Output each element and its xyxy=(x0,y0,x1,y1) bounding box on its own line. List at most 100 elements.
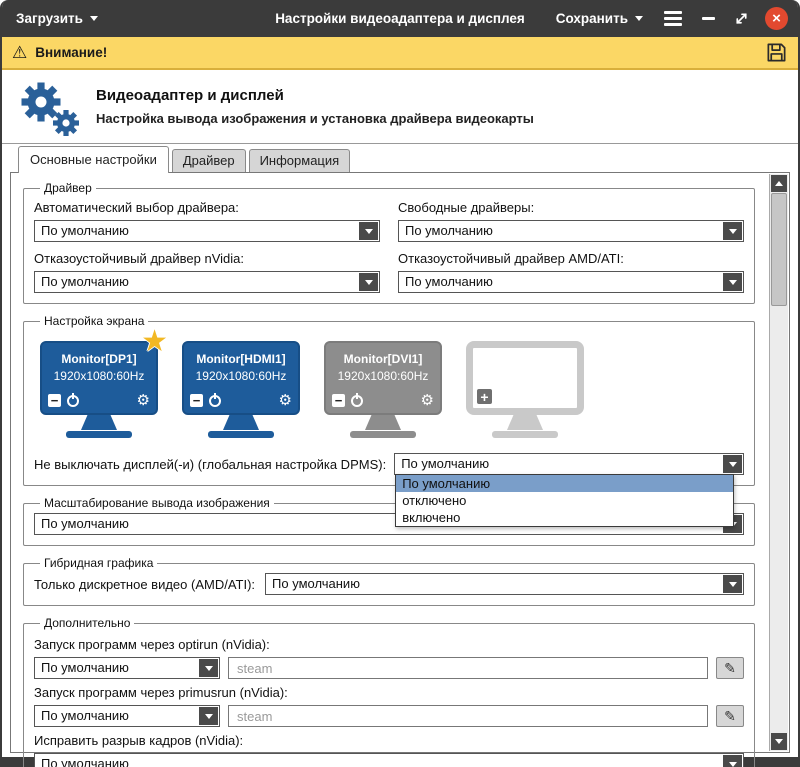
monitor-remove-button[interactable]: − xyxy=(190,394,203,407)
app-window: Загрузить Настройки видеоадаптера и дисп… xyxy=(0,0,800,767)
monitor-power-icon[interactable] xyxy=(209,395,221,407)
driver-section: Драйвер Автоматический выбор драйвера: П… xyxy=(23,181,755,304)
page-subtitle: Настройка вывода изображения и установка… xyxy=(96,111,534,126)
dropdown-option-enabled[interactable]: включено xyxy=(396,509,733,526)
dropdown-arrow-button[interactable] xyxy=(723,575,742,593)
minimize-button[interactable] xyxy=(699,10,717,28)
chevron-down-icon xyxy=(90,16,98,21)
chevron-down-icon xyxy=(729,280,737,285)
primusrun-programs-input[interactable] xyxy=(228,705,708,727)
failsafe-amd-combo[interactable]: По умолчанию xyxy=(398,271,744,293)
maximize-button[interactable] xyxy=(732,10,750,28)
monitor-hdmi1[interactable]: Monitor[HDMI1] 1920x1080:60Hz − ⚙ xyxy=(182,341,300,438)
auto-driver-label: Автоматический выбор драйвера: xyxy=(34,200,380,215)
combo-value: По умолчанию xyxy=(35,272,358,292)
monitor-gear-icon[interactable]: ⚙ xyxy=(137,393,150,408)
load-menu-button[interactable]: Загрузить xyxy=(12,7,102,30)
scroll-down-button[interactable] xyxy=(771,733,787,750)
gears-icon xyxy=(14,77,82,137)
chevron-down-icon xyxy=(729,582,737,587)
primusrun-edit-button[interactable]: ✎ xyxy=(716,705,744,727)
save-floppy-icon[interactable] xyxy=(765,41,788,64)
monitor-stand xyxy=(223,415,259,430)
tab-bar: Основные настройки Драйвер Информация xyxy=(2,144,798,172)
dropdown-arrow-button[interactable] xyxy=(723,222,742,240)
monitor-mode: 1920x1080:60Hz xyxy=(326,369,440,383)
monitor-mode: 1920x1080:60Hz xyxy=(42,369,156,383)
page-title: Видеоадаптер и дисплей xyxy=(96,87,534,104)
save-menu-button[interactable]: Сохранить xyxy=(552,7,647,30)
tearing-combo[interactable]: По умолчанию xyxy=(34,753,744,767)
monitor-screen[interactable]: Monitor[HDMI1] 1920x1080:60Hz − ⚙ xyxy=(182,341,300,415)
dropdown-arrow-button[interactable] xyxy=(723,455,742,473)
monitor-add-slot[interactable]: + xyxy=(466,341,584,438)
dropdown-arrow-button[interactable] xyxy=(199,659,218,677)
monitor-screen[interactable]: Monitor[DVI1] 1920x1080:60Hz − ⚙ xyxy=(324,341,442,415)
warning-text: Внимание! xyxy=(35,45,107,60)
optirun-combo[interactable]: По умолчанию xyxy=(34,657,220,679)
dropdown-option-disabled[interactable]: отключено xyxy=(396,492,733,509)
monitor-mode: 1920x1080:60Hz xyxy=(184,369,298,383)
dropdown-option-default[interactable]: По умолчанию xyxy=(396,475,733,492)
page-header: Видеоадаптер и дисплей Настройка вывода … xyxy=(2,70,798,144)
auto-driver-field: Автоматический выбор драйвера: По умолча… xyxy=(34,198,380,242)
header-text: Видеоадаптер и дисплей Настройка вывода … xyxy=(96,87,534,126)
warning-bar: ⚠ Внимание! xyxy=(2,37,798,70)
titlebar: Загрузить Настройки видеоадаптера и дисп… xyxy=(2,0,798,37)
auto-driver-combo[interactable]: По умолчанию xyxy=(34,220,380,242)
menu-icon[interactable] xyxy=(662,9,684,28)
monitor-remove-button[interactable]: − xyxy=(332,394,345,407)
dpms-combo[interactable]: По умолчанию По умолчанию отключено вклю… xyxy=(394,453,744,475)
scroll-up-button[interactable] xyxy=(771,175,787,192)
chevron-up-icon xyxy=(775,181,783,186)
failsafe-nvidia-field: Отказоустойчивый драйвер nVidia: По умол… xyxy=(34,249,380,293)
chevron-down-icon xyxy=(365,280,373,285)
tab-driver[interactable]: Драйвер xyxy=(172,149,246,172)
monitor-name: Monitor[DP1] xyxy=(42,352,156,366)
monitor-list: ★ Monitor[DP1] 1920x1080:60Hz − ⚙ xyxy=(34,331,744,440)
monitor-add-button[interactable]: + xyxy=(477,389,492,404)
optirun-label: Запуск программ через optirun (nVidia): xyxy=(34,637,744,652)
vertical-scrollbar[interactable] xyxy=(769,174,788,751)
monitor-screen: + xyxy=(466,341,584,415)
tab-main-settings[interactable]: Основные настройки xyxy=(18,146,169,173)
chevron-down-icon xyxy=(205,666,213,671)
expand-arrows-icon xyxy=(734,11,749,26)
dpms-row: Не выключать дисплей(-и) (глобальная нас… xyxy=(34,453,744,475)
pencil-icon: ✎ xyxy=(724,660,736,677)
optirun-programs-input[interactable] xyxy=(228,657,708,679)
dpms-label: Не выключать дисплей(-и) (глобальная нас… xyxy=(34,457,386,472)
primusrun-combo[interactable]: По умолчанию xyxy=(34,705,220,727)
optirun-edit-button[interactable]: ✎ xyxy=(716,657,744,679)
close-button[interactable]: × xyxy=(765,7,788,30)
monitor-gear-icon[interactable]: ⚙ xyxy=(279,393,292,408)
combo-value: По умолчанию xyxy=(399,221,722,241)
chevron-down-icon xyxy=(729,462,737,467)
monitor-power-icon[interactable] xyxy=(67,395,79,407)
free-driver-combo[interactable]: По умолчанию xyxy=(398,220,744,242)
dropdown-arrow-button[interactable] xyxy=(359,273,378,291)
combo-value: По умолчанию xyxy=(35,706,198,726)
free-driver-field: Свободные драйверы: По умолчанию xyxy=(398,198,744,242)
dropdown-arrow-button[interactable] xyxy=(723,755,742,767)
scrollbar-thumb[interactable] xyxy=(771,193,787,306)
monitor-dvi1[interactable]: Monitor[DVI1] 1920x1080:60Hz − ⚙ xyxy=(324,341,442,438)
discrete-video-label: Только дискретное видео (AMD/ATI): xyxy=(34,577,255,592)
monitor-base xyxy=(66,431,132,438)
dropdown-arrow-button[interactable] xyxy=(359,222,378,240)
free-driver-label: Свободные драйверы: xyxy=(398,200,744,215)
failsafe-nvidia-combo[interactable]: По умолчанию xyxy=(34,271,380,293)
dropdown-arrow-button[interactable] xyxy=(723,273,742,291)
tab-information[interactable]: Информация xyxy=(249,149,351,172)
warning-triangle-icon: ⚠ xyxy=(12,44,27,61)
scrollbar-track[interactable] xyxy=(771,193,787,732)
monitor-power-icon[interactable] xyxy=(351,395,363,407)
discrete-video-combo[interactable]: По умолчанию xyxy=(265,573,744,595)
monitor-remove-button[interactable]: − xyxy=(48,394,61,407)
monitor-gear-icon[interactable]: ⚙ xyxy=(421,393,434,408)
chevron-down-icon xyxy=(635,16,643,21)
dropdown-arrow-button[interactable] xyxy=(199,707,218,725)
monitor-dp1[interactable]: ★ Monitor[DP1] 1920x1080:60Hz − ⚙ xyxy=(40,341,158,438)
monitor-controls: − ⚙ xyxy=(48,393,150,408)
monitor-stand xyxy=(81,415,117,430)
